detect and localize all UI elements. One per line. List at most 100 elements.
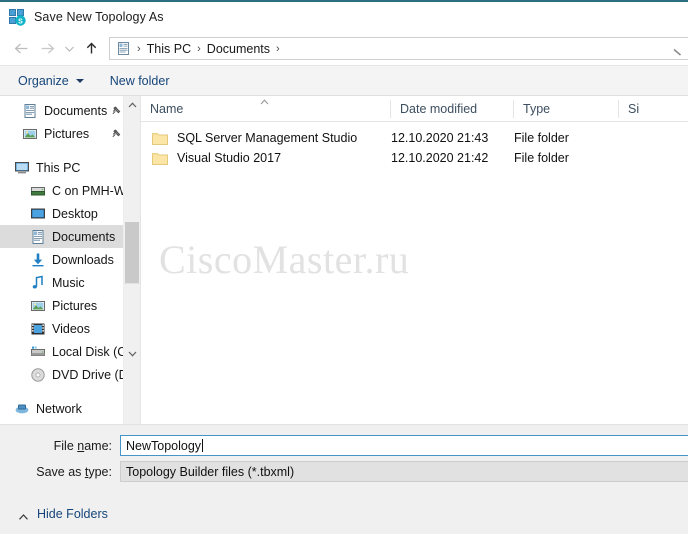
dialog-footer: File name: NewTopology Save as type: Top… — [0, 424, 688, 534]
videos-icon — [30, 321, 46, 337]
file-name-input[interactable]: NewTopology — [120, 435, 688, 456]
scroll-up-icon[interactable] — [124, 96, 140, 113]
navigation-tree: Documents Pictures This PC C on PMH-W000… — [0, 96, 140, 420]
pin-icon[interactable] — [111, 128, 122, 139]
title-bar: S Save New Topology As — [0, 2, 688, 32]
forward-arrow-icon[interactable] — [34, 36, 60, 62]
back-arrow-icon[interactable] — [8, 36, 34, 62]
site-watermark: CiscoMaster.ru — [159, 237, 410, 282]
up-arrow-icon[interactable] — [78, 36, 104, 62]
file-name: Visual Studio 2017 — [177, 151, 282, 165]
sidebar-group-spacer-2 — [0, 386, 140, 397]
organize-button[interactable]: Organize — [18, 74, 84, 88]
save-as-type-label: Save as type: — [36, 464, 112, 479]
pictures-icon — [30, 298, 46, 314]
breadcrumb-separator-1: › — [197, 42, 201, 55]
new-folder-label: New folder — [109, 73, 170, 88]
window-title: Save New Topology As — [34, 10, 164, 24]
column-headers: Name Date modified Type Si — [141, 96, 688, 122]
local-disk-icon — [30, 344, 46, 360]
scroll-down-icon[interactable] — [124, 283, 140, 424]
file-date-modified: 12.10.2020 21:42 — [391, 151, 489, 165]
sidebar-item-videos[interactable]: Videos — [0, 317, 140, 340]
caret-down-icon — [75, 78, 84, 83]
dvd-drive-icon — [30, 367, 46, 383]
folder-icon — [152, 131, 168, 145]
column-header-size[interactable]: Si — [619, 100, 679, 118]
file-type: File folder — [514, 151, 569, 165]
hide-folders-label: Hide Folders — [37, 507, 108, 521]
sidebar-item-this-pc[interactable]: This PC — [0, 156, 140, 179]
table-row[interactable]: Visual Studio 2017 12.10.2020 21:42 File… — [141, 148, 688, 168]
sidebar-item-network[interactable]: Network — [0, 397, 140, 420]
command-bar: Organize New folder — [0, 65, 688, 96]
downloads-icon — [30, 252, 46, 268]
sidebar-item-c-on-pmh[interactable]: C on PMH-W000 — [0, 179, 140, 202]
recent-locations-chevron-down-icon[interactable] — [60, 36, 78, 62]
sidebar-label: Documents — [52, 229, 116, 244]
sidebar-item-music[interactable]: Music — [0, 271, 140, 294]
file-name-label: File name: — [53, 438, 112, 453]
save-as-type-dropdown[interactable]: Topology Builder files (*.tbxml) — [120, 461, 688, 482]
this-pc-icon — [14, 160, 30, 176]
breadcrumb-item-this-pc[interactable]: This PC — [144, 42, 194, 56]
hide-folders-button[interactable]: Hide Folders — [18, 507, 108, 521]
sidebar-label: Documents — [44, 103, 108, 118]
sidebar-label: Pictures — [52, 298, 98, 313]
network-icon — [14, 401, 30, 417]
sidebar-label: Local Disk (C:) — [52, 344, 134, 359]
file-name: SQL Server Management Studio — [177, 131, 358, 145]
sidebar-item-local-disk-c[interactable]: Local Disk (C:) — [0, 340, 140, 363]
sidebar-item-documents[interactable]: Documents — [0, 225, 140, 248]
sidebar-label: Pictures — [44, 126, 90, 141]
save-file-dialog: S Save New Topology As › This PC › Docum… — [0, 0, 688, 534]
sidebar-item-downloads[interactable]: Downloads — [0, 248, 140, 271]
new-folder-button[interactable]: New folder — [110, 74, 170, 88]
sidebar-scrollbar[interactable] — [123, 96, 140, 424]
save-as-type-row: Save as type: Topology Builder files (*.… — [0, 461, 688, 482]
network-drive-icon — [30, 183, 46, 199]
dialog-body: Documents Pictures This PC C on PMH-W000… — [0, 96, 688, 424]
text-cursor — [202, 439, 204, 452]
file-type: File folder — [514, 131, 569, 145]
sidebar-label: Videos — [52, 321, 90, 336]
documents-icon — [30, 229, 46, 245]
sidebar-label: Network — [36, 401, 82, 416]
column-header-date-modified[interactable]: Date modified — [391, 99, 514, 118]
sidebar-label: Downloads — [52, 252, 114, 267]
breadcrumb-chevron-down-icon[interactable] — [673, 45, 682, 56]
column-header-type[interactable]: Type — [514, 99, 619, 118]
music-icon — [30, 275, 46, 291]
sidebar-item-quick-pictures[interactable]: Pictures — [0, 122, 140, 145]
file-list-pane: Name Date modified Type Si CiscoMaster.r… — [141, 96, 688, 424]
documents-folder-icon — [116, 41, 131, 56]
pin-icon[interactable] — [111, 105, 122, 116]
folder-icon — [152, 151, 168, 165]
sidebar-label: This PC — [36, 160, 81, 175]
breadcrumb-separator-0: › — [137, 42, 141, 55]
sidebar-group-spacer — [0, 145, 140, 156]
desktop-icon — [30, 206, 46, 222]
pictures-icon — [22, 126, 38, 142]
topology-builder-icon: S — [9, 8, 26, 26]
organize-label: Organize — [18, 73, 69, 88]
sidebar-item-quick-documents[interactable]: Documents — [0, 99, 140, 122]
sidebar-item-desktop[interactable]: Desktop — [0, 202, 140, 225]
sidebar-label: Music — [52, 275, 85, 290]
sidebar-item-pictures[interactable]: Pictures — [0, 294, 140, 317]
file-name-value: NewTopology — [126, 438, 202, 453]
file-date-modified: 12.10.2020 21:43 — [391, 131, 489, 145]
address-bar: › This PC › Documents › — [0, 32, 688, 65]
breadcrumb-bar[interactable]: › This PC › Documents › — [109, 37, 688, 60]
sidebar-item-dvd-drive-d[interactable]: DVD Drive (D:) W — [0, 363, 140, 386]
chevron-up-icon — [18, 510, 29, 520]
breadcrumb-item-documents[interactable]: Documents — [204, 42, 273, 56]
save-as-type-value: Topology Builder files (*.tbxml) — [126, 464, 295, 479]
table-row[interactable]: SQL Server Management Studio 12.10.2020 … — [141, 128, 688, 148]
sidebar-label: Desktop — [52, 206, 98, 221]
breadcrumb-separator-2: › — [276, 42, 280, 55]
navigation-sidebar: Documents Pictures This PC C on PMH-W000… — [0, 96, 140, 424]
file-rows: SQL Server Management Studio 12.10.2020 … — [141, 122, 688, 168]
sort-ascending-icon — [259, 96, 270, 105]
file-name-row: File name: NewTopology — [0, 435, 688, 456]
